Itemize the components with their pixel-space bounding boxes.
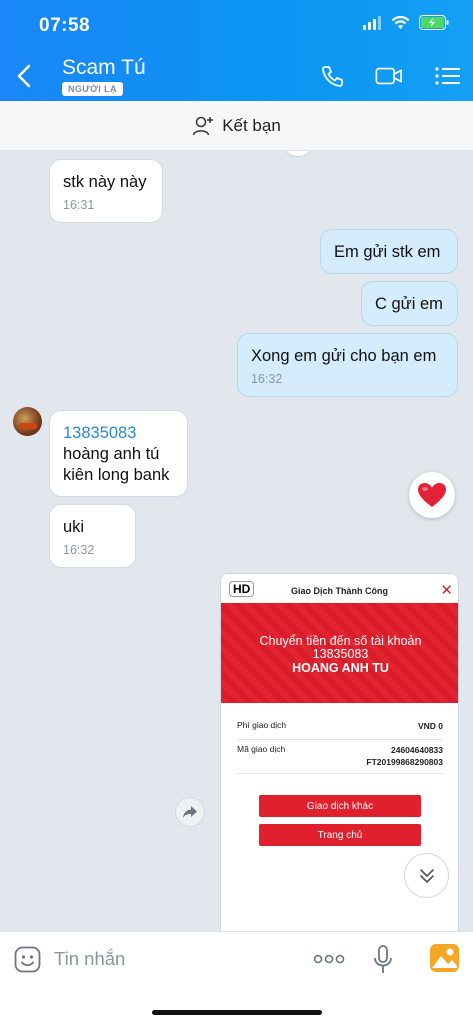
- receipt-fee-row: Phí giao dịch VND 0: [237, 720, 443, 740]
- receipt-txn-row: Mã giao dịch 24604640833 FT2019986829080…: [237, 744, 443, 774]
- receipt-recipient: HOANG ANH TU: [292, 661, 389, 675]
- message-text: stk này này: [63, 173, 147, 191]
- status-icons: [363, 15, 449, 30]
- message-bubble[interactable]: C gửi em: [361, 281, 458, 326]
- message-time: 16:32: [251, 372, 283, 386]
- stranger-badge: NGƯỜI LẠ: [62, 82, 123, 96]
- add-friend-label: Kết bạn: [222, 115, 281, 135]
- wifi-icon: [391, 15, 410, 29]
- scroll-indicator: [286, 151, 310, 157]
- chat-area[interactable]: stk này này 16:31 Em gửi stk em C gửi em…: [0, 151, 473, 931]
- fee-label: Phí giao dịch: [237, 720, 287, 730]
- account-number-link[interactable]: 13835083: [63, 424, 136, 442]
- receipt-image[interactable]: HD Giao Dịch Thành Công ✕ Chuyển tiền đế…: [220, 573, 459, 931]
- contact-name[interactable]: Scam Tú: [62, 56, 146, 80]
- message-time: 16:32: [63, 543, 95, 557]
- chat-header: 07:58 Scam Tú NGƯỜI LẠ: [0, 0, 473, 101]
- message-bubble[interactable]: 13835083 hoàng anh tú kiên long bank: [49, 410, 188, 497]
- message-input[interactable]: Tin nhắn: [54, 948, 125, 970]
- add-person-icon: [192, 116, 214, 135]
- heart-reaction[interactable]: [409, 472, 455, 518]
- scroll-down-button[interactable]: [404, 853, 449, 898]
- message-text: hoàng anh tú: [63, 445, 160, 463]
- contact-avatar[interactable]: [13, 407, 42, 436]
- message-input-bar: Tin nhắn: [0, 931, 473, 1024]
- receipt-title: Giao Dịch Thành Công: [291, 586, 388, 596]
- message-text: Em gửi stk em: [334, 243, 441, 261]
- more-options-icon[interactable]: [313, 954, 345, 964]
- message-bubble[interactable]: uki 16:32: [49, 504, 136, 568]
- fee-value: VND 0: [417, 721, 443, 731]
- receipt-topbar: HD Giao Dịch Thành Công ✕: [221, 574, 458, 603]
- close-icon: ✕: [440, 582, 453, 599]
- back-button[interactable]: [14, 63, 36, 89]
- double-chevron-down-icon: [419, 868, 434, 883]
- forward-icon: [183, 806, 197, 818]
- message-bubble[interactable]: Em gửi stk em: [320, 229, 458, 274]
- status-time: 07:58: [39, 15, 91, 36]
- call-button[interactable]: [319, 64, 347, 88]
- message-time: 16:31: [63, 198, 95, 212]
- sticker-icon[interactable]: [14, 946, 41, 973]
- message-text: uki: [63, 518, 85, 536]
- txn-value: 24604640833 FT20199868290803: [366, 744, 443, 768]
- menu-button[interactable]: [434, 64, 462, 88]
- add-friend-button[interactable]: Kết bạn: [0, 101, 473, 151]
- txn-value-2: FT20199868290803: [366, 757, 443, 767]
- heart-icon: [418, 482, 446, 507]
- signal-icon: [363, 15, 381, 30]
- message-text: C gửi em: [375, 295, 443, 313]
- other-transaction-button: Giao dịch khác: [259, 795, 421, 817]
- message-bubble[interactable]: stk này này 16:31: [49, 159, 163, 223]
- txn-label: Mã giao dịch: [237, 744, 286, 754]
- battery-icon: [419, 15, 449, 30]
- home-indicator: [152, 1010, 322, 1015]
- message-bubble[interactable]: Xong em gửi cho bạn em 16:32: [237, 333, 458, 397]
- image-gallery-icon[interactable]: [430, 944, 459, 972]
- message-text: Xong em gửi cho bạn em: [251, 347, 437, 365]
- microphone-icon[interactable]: [373, 945, 393, 975]
- receipt-banner: Chuyển tiền đến số tài khoản 13835083 HO…: [221, 603, 458, 722]
- txn-value-1: 24604640833: [390, 745, 443, 755]
- home-button: Trang chủ: [259, 824, 421, 846]
- video-call-button[interactable]: [375, 64, 403, 88]
- forward-button[interactable]: [175, 797, 205, 827]
- receipt-account: 13835083: [312, 647, 369, 661]
- message-text: kiên long bank: [63, 466, 170, 484]
- receipt-transfer-text: Chuyển tiền đến số tài khoản: [259, 634, 422, 648]
